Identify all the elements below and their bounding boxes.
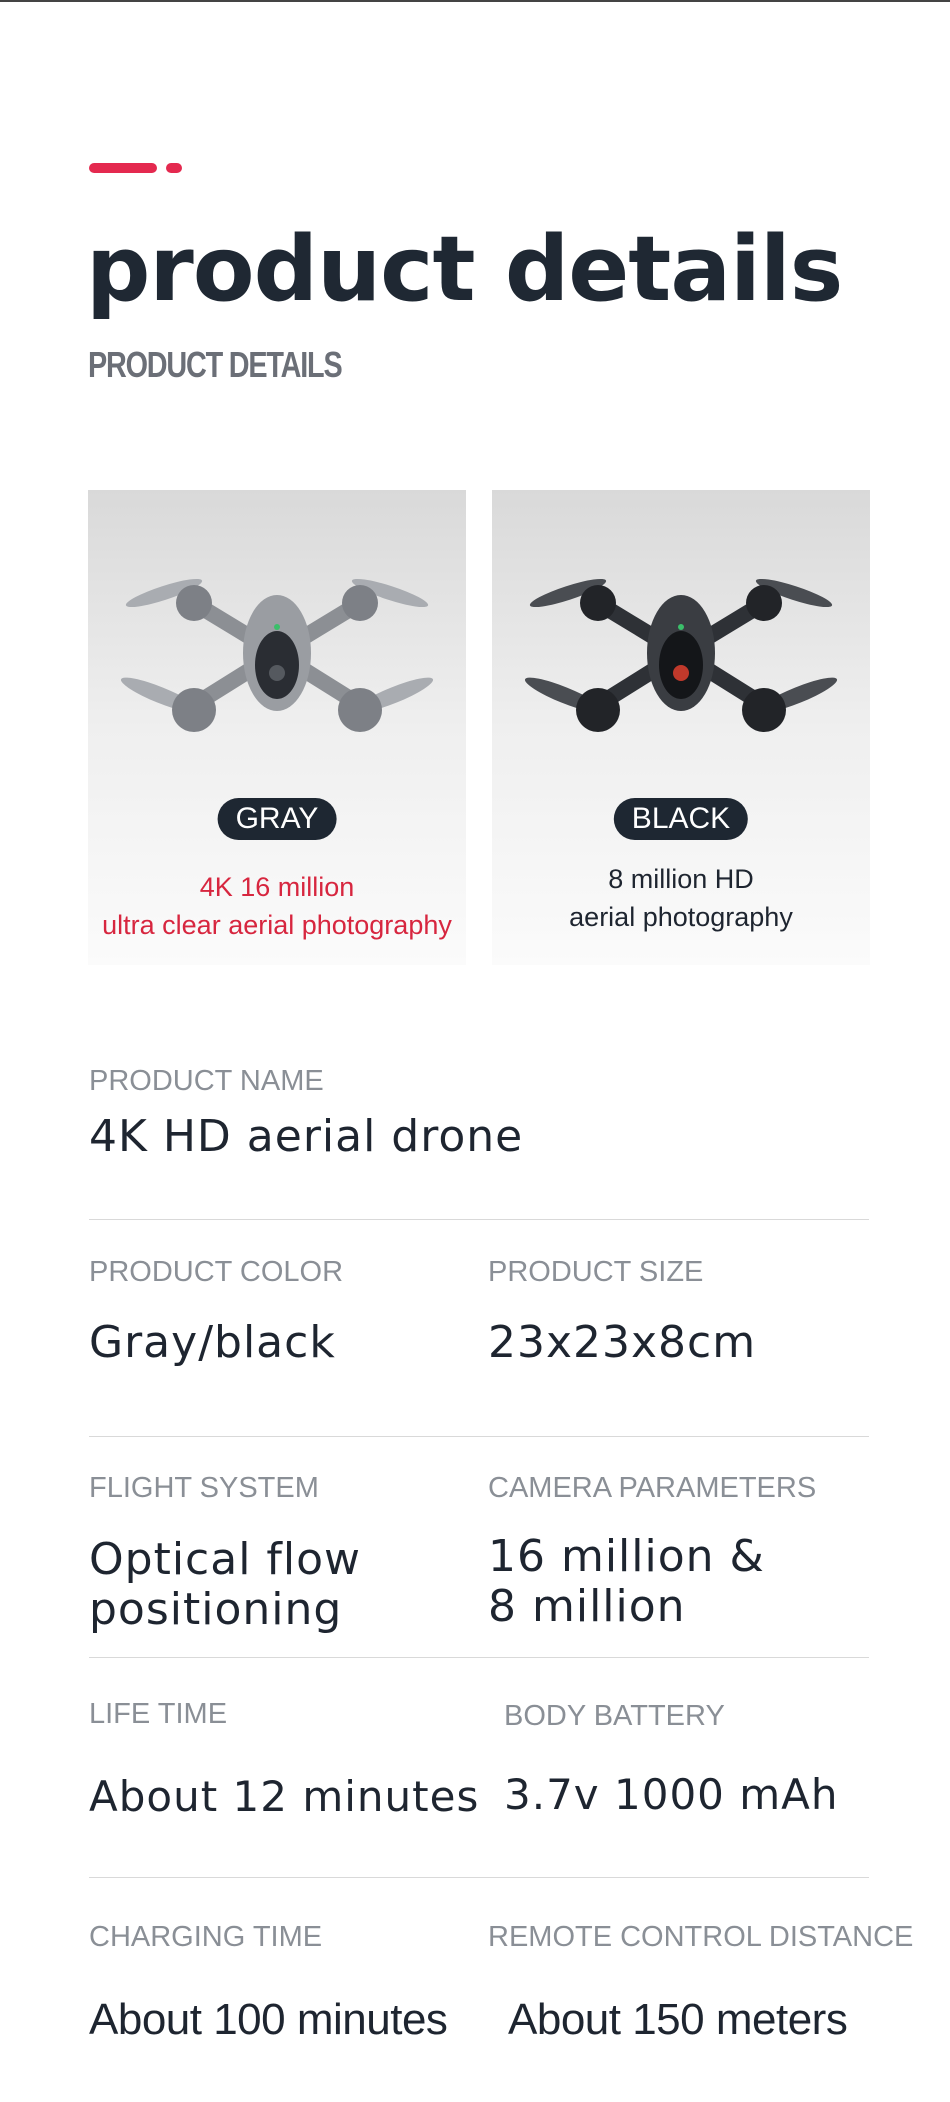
life-time-label: LIFE TIME <box>89 1698 228 1730</box>
variant-badge-black: BLACK <box>613 798 749 840</box>
accent-bar <box>89 163 157 173</box>
body-battery-value: 3.7v 1000 mAh <box>504 1770 839 1819</box>
camera-parameters-value: 16 million & 8 million <box>488 1532 765 1632</box>
top-border <box>0 0 950 2</box>
charging-time-value: About 100 minutes <box>89 1995 448 2044</box>
product-color-label: PRODUCT COLOR <box>89 1256 344 1288</box>
drone-image-black <box>524 578 838 732</box>
product-name-value: 4K HD aerial drone <box>89 1111 524 1162</box>
value-line: 8 million <box>488 1581 686 1632</box>
flight-system-label: FLIGHT SYSTEM <box>89 1472 319 1504</box>
life-time-value: About 12 minutes <box>89 1772 480 1821</box>
camera-parameters-label: CAMERA PARAMETERS <box>488 1472 817 1504</box>
flight-system-value: Optical flow positioning <box>89 1535 361 1635</box>
variant-desc-line: 8 million HD <box>608 864 754 894</box>
page-title: product details <box>86 217 843 322</box>
product-size-value: 23x23x8cm <box>488 1317 757 1368</box>
value-line: 16 million & <box>488 1531 765 1582</box>
charging-time-label: CHARGING TIME <box>89 1921 323 1953</box>
accent-dot <box>166 163 182 173</box>
product-name-label: PRODUCT NAME <box>89 1065 324 1097</box>
divider <box>89 1219 869 1220</box>
variant-desc-line: ultra clear aerial photography <box>102 910 452 940</box>
remote-control-distance-value: About 150 meters <box>508 1995 848 2044</box>
variant-description-black: 8 million HD aerial photography <box>492 860 870 936</box>
variant-badge-gray: GRAY <box>217 798 337 840</box>
variant-description-gray: 4K 16 million ultra clear aerial photogr… <box>88 868 466 944</box>
variant-desc-line: 4K 16 million <box>199 872 355 902</box>
divider <box>89 1877 869 1878</box>
variant-card-gray: GRAY 4K 16 million ultra clear aerial ph… <box>88 490 466 965</box>
remote-control-distance-label: REMOTE CONTROL DISTANCE <box>488 1921 914 1953</box>
drone-image-gray <box>120 578 434 732</box>
value-line: Optical flow <box>89 1534 362 1585</box>
body-battery-label: BODY BATTERY <box>504 1700 725 1732</box>
product-size-label: PRODUCT SIZE <box>488 1256 704 1288</box>
variant-desc-line: aerial photography <box>569 902 793 932</box>
divider <box>89 1657 869 1658</box>
value-line: positioning <box>89 1584 343 1635</box>
divider <box>89 1436 869 1437</box>
product-color-value: Gray/black <box>89 1317 336 1368</box>
variant-card-black: BLACK 8 million HD aerial photography <box>492 490 870 965</box>
page-subtitle: PRODUCT DETAILS <box>88 344 343 385</box>
